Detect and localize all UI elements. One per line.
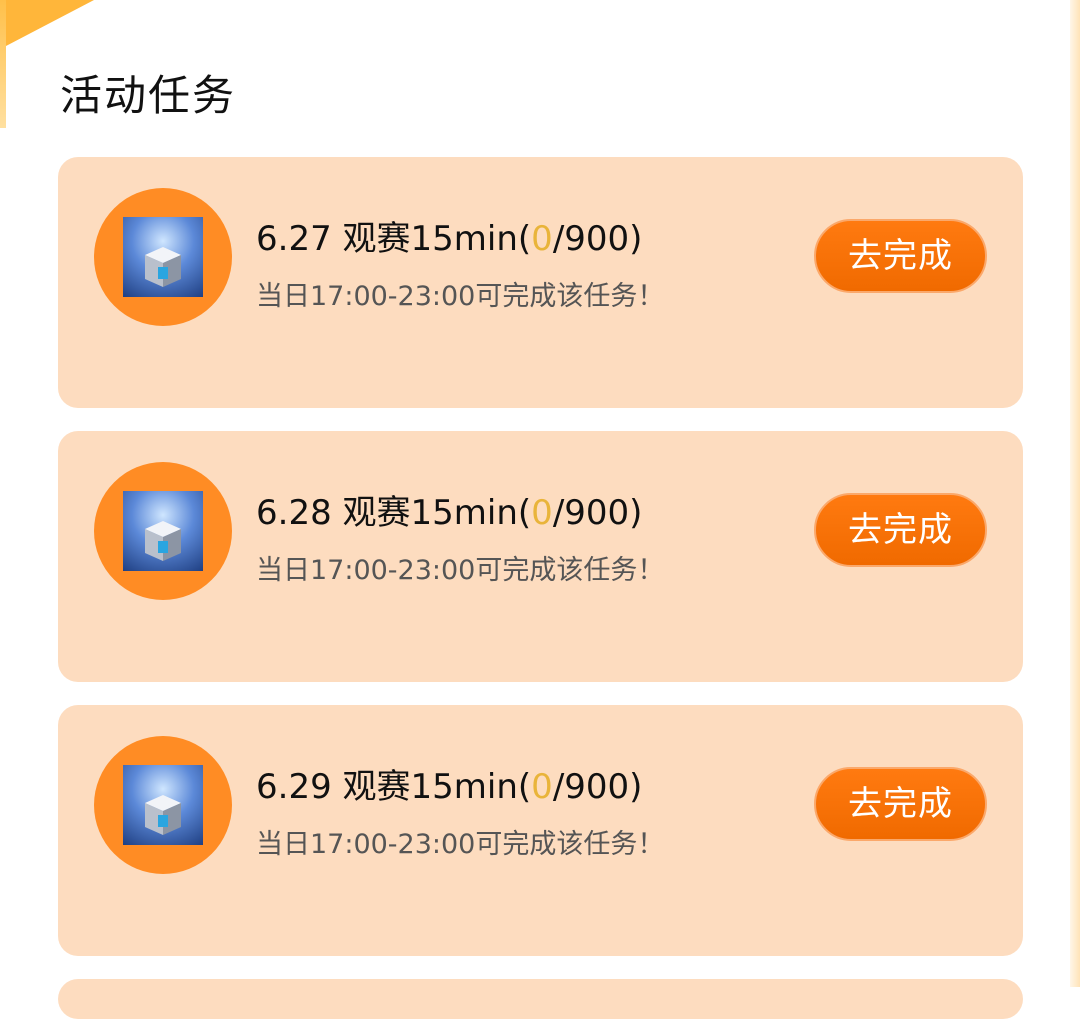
task-date: 6.27 [256,219,332,259]
right-edge-decoration [1070,0,1080,987]
task-card-partial [58,979,1023,1019]
task-date: 6.28 [256,493,332,533]
task-name: 观赛15min [342,767,518,807]
task-subtitle: 当日17:00-23:00可完成该任务！ [256,829,665,860]
treasure-chest-icon [123,491,203,571]
task-name: 观赛15min [342,219,518,259]
task-progress: 0 [531,767,553,807]
task-total: /900) [552,219,643,259]
task-card: 6.29 观赛15min(0/900) 当日17:00-23:00可完成该任务！… [58,705,1023,956]
task-icon-circle [94,462,232,600]
task-title: 6.29 观赛15min(0/900) [256,759,642,808]
treasure-chest-icon [123,765,203,845]
task-subtitle: 当日17:00-23:00可完成该任务！ [256,555,665,586]
complete-button[interactable]: 去完成 [814,493,987,567]
complete-button[interactable]: 去完成 [814,767,987,841]
treasure-chest-icon [123,217,203,297]
task-icon-circle [94,736,232,874]
progress-paren: ( [517,767,532,807]
progress-paren: ( [517,219,532,259]
task-progress: 0 [531,493,553,533]
task-icon-circle [94,188,232,326]
task-total: /900) [552,493,643,533]
corner-decoration [6,0,94,46]
task-date: 6.29 [256,767,332,807]
task-name: 观赛15min [342,493,518,533]
complete-button[interactable]: 去完成 [814,219,987,293]
task-total: /900) [552,767,643,807]
task-title: 6.27 观赛15min(0/900) [256,211,642,260]
task-card: 6.27 观赛15min(0/900) 当日17:00-23:00可完成该任务！… [58,157,1023,408]
task-progress: 0 [531,219,553,259]
section-title: 活动任务 [60,71,237,120]
task-card: 6.28 观赛15min(0/900) 当日17:00-23:00可完成该任务！… [58,431,1023,682]
task-subtitle: 当日17:00-23:00可完成该任务！ [256,281,665,312]
progress-paren: ( [517,493,532,533]
task-title: 6.28 观赛15min(0/900) [256,485,642,534]
